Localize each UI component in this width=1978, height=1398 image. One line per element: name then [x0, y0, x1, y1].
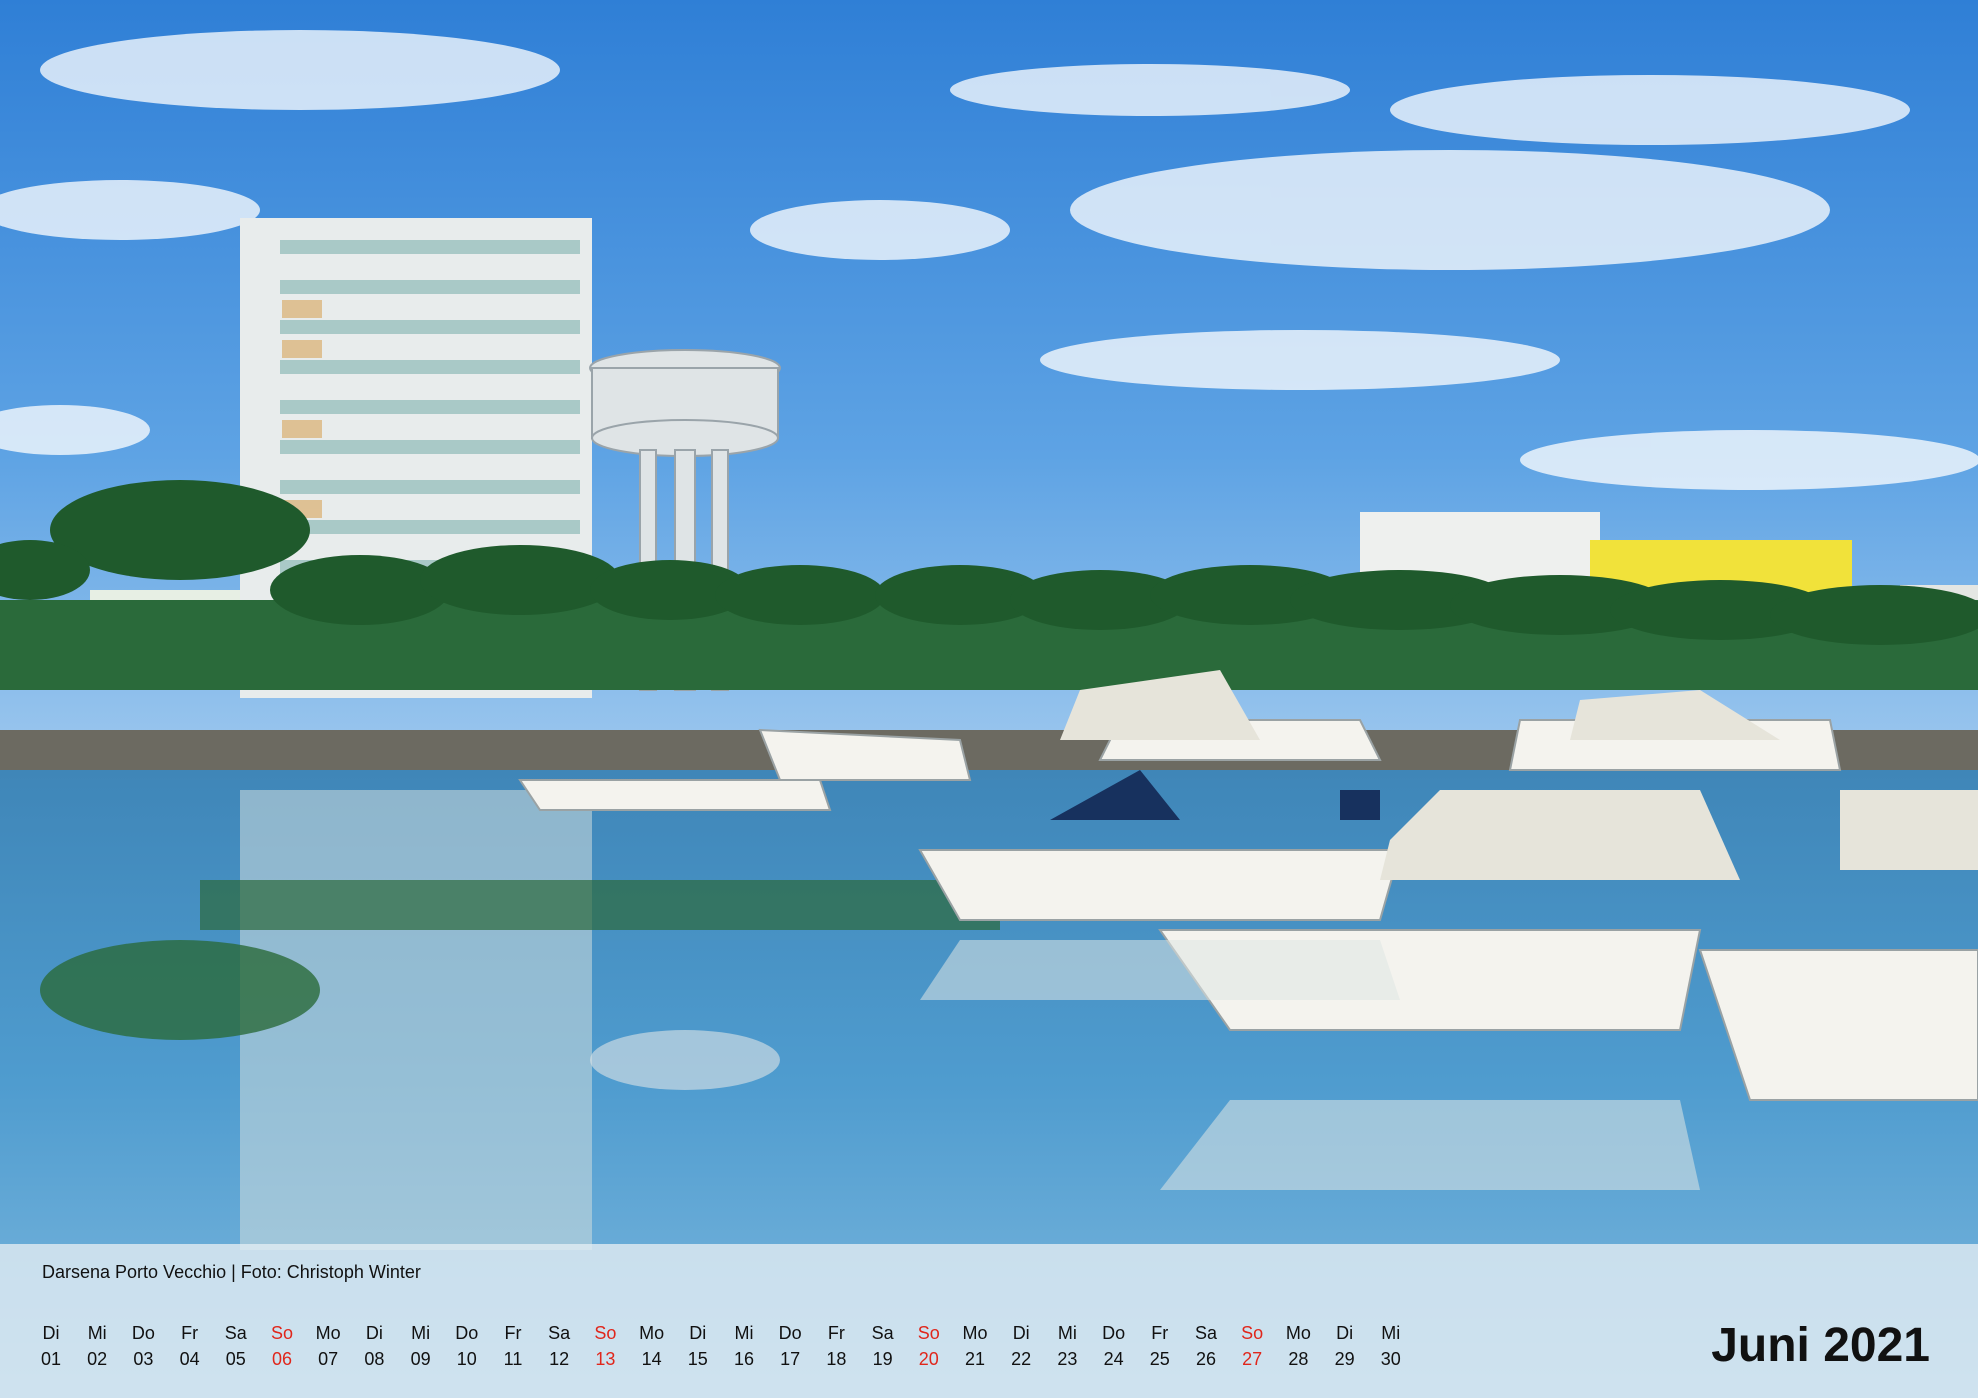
date-number: 03 — [133, 1349, 154, 1369]
date-number: 29 — [1334, 1349, 1355, 1369]
calendar-day: Di 15 — [675, 1320, 721, 1372]
date-number: 05 — [225, 1349, 246, 1369]
weekday-label: Fr — [504, 1323, 522, 1343]
weekday-label: Mi — [411, 1323, 431, 1343]
date-number: 25 — [1149, 1349, 1170, 1369]
date-number: 13 — [595, 1349, 616, 1369]
weekday-label: Mo — [962, 1323, 988, 1343]
calendar-day: Do 24 — [1091, 1320, 1137, 1372]
weekday-label: Di — [1012, 1323, 1030, 1343]
date-number: 30 — [1380, 1349, 1401, 1369]
calendar-day: Fr 11 — [490, 1320, 536, 1372]
weekday-label: Fr — [1151, 1323, 1169, 1343]
month-title: Juni 2021 — [1711, 1319, 1930, 1372]
calendar-day: Do 17 — [767, 1320, 813, 1372]
date-number: 24 — [1103, 1349, 1124, 1369]
date-number: 26 — [1195, 1349, 1217, 1369]
weekday-label: Di — [689, 1323, 707, 1343]
calendar-day: Mi 30 — [1368, 1320, 1414, 1372]
date-number: 20 — [918, 1349, 939, 1369]
calendar-day: Mo 14 — [629, 1320, 675, 1372]
date-number: 06 — [271, 1349, 293, 1369]
date-number: 10 — [456, 1349, 477, 1369]
date-number: 16 — [733, 1349, 755, 1369]
weekday-label: Do — [778, 1323, 802, 1343]
calendar-day: So 20 — [906, 1320, 952, 1372]
date-number: 02 — [87, 1349, 108, 1369]
calendar-day: Sa 12 — [536, 1320, 582, 1372]
weekday-label: Sa — [548, 1323, 571, 1343]
calendar-day: Sa 19 — [860, 1320, 906, 1372]
calendar-day: Mo 28 — [1275, 1320, 1321, 1372]
calendar-day: Di 08 — [351, 1320, 397, 1372]
weekday-label: Mi — [1381, 1323, 1401, 1343]
calendar-day: Mo 21 — [952, 1320, 998, 1372]
weekday-label: Di — [42, 1323, 60, 1343]
calendar-day: Di 01 — [28, 1320, 74, 1372]
calendar-day-strip: Di 01 Mi 02 Do 03 Fr 04 Sa 05 So 06 Mo 07 Di 08 Mi 09 Do 10… — [0, 1320, 1420, 1380]
date-number: 01 — [40, 1349, 62, 1369]
calendar-day: So 13 — [582, 1320, 628, 1372]
date-number: 11 — [503, 1349, 523, 1369]
weekday-label: Sa — [224, 1323, 247, 1343]
date-number: 23 — [1057, 1349, 1078, 1369]
calendar-day: Do 03 — [120, 1320, 166, 1372]
calendar-day: So 27 — [1229, 1320, 1275, 1372]
weekday-label: Do — [1102, 1323, 1126, 1343]
date-number: 27 — [1242, 1349, 1263, 1369]
weekday-label: Sa — [1194, 1323, 1218, 1343]
calendar-day: Mi 09 — [398, 1320, 444, 1372]
weekday-label: Mo — [639, 1323, 665, 1343]
weekday-label: So — [917, 1323, 940, 1343]
calendar-day: Mi 02 — [74, 1320, 120, 1372]
date-number: 08 — [364, 1349, 385, 1369]
weekday-label: Fr — [827, 1323, 845, 1343]
date-number: 28 — [1288, 1349, 1309, 1369]
calendar-day: Sa 05 — [213, 1320, 259, 1372]
weekday-label: Sa — [871, 1323, 894, 1343]
weekday-label: Mi — [87, 1323, 107, 1343]
calendar-day: So 06 — [259, 1320, 305, 1372]
calendar-day: Di 29 — [1322, 1320, 1368, 1372]
calendar-day: Fr 18 — [813, 1320, 859, 1372]
weekday-label: Do — [455, 1323, 479, 1343]
date-number: 07 — [318, 1349, 339, 1369]
calendar-day: Sa 26 — [1183, 1320, 1229, 1372]
date-number: 04 — [179, 1349, 200, 1369]
date-number: 15 — [687, 1349, 708, 1369]
weekday-label: So — [270, 1323, 294, 1343]
calendar-day: Fr 04 — [167, 1320, 213, 1372]
date-number: 09 — [410, 1349, 431, 1369]
date-number: 17 — [780, 1349, 801, 1369]
weekday-label: Di — [1336, 1323, 1354, 1343]
photo-caption: Darsena Porto Vecchio | Foto: Christoph … — [42, 1262, 421, 1282]
weekday-label: Mo — [315, 1323, 341, 1343]
harbor-photo — [0, 0, 1978, 1398]
weekday-label: So — [594, 1323, 617, 1343]
weekday-label: So — [1241, 1323, 1264, 1343]
date-number: 22 — [1011, 1349, 1032, 1369]
weekday-label: Do — [131, 1323, 155, 1343]
calendar-day: Fr 25 — [1137, 1320, 1183, 1372]
weekday-label: Mi — [1057, 1323, 1077, 1343]
calendar-day: Mo 07 — [305, 1320, 351, 1372]
date-number: 12 — [549, 1349, 570, 1369]
date-number: 21 — [964, 1349, 986, 1369]
calendar-day: Di 22 — [998, 1320, 1044, 1372]
calendar-day: Mi 16 — [721, 1320, 767, 1372]
weekday-label: Di — [365, 1323, 383, 1343]
weekday-label: Fr — [181, 1323, 199, 1343]
date-number: 18 — [826, 1349, 847, 1369]
weekday-label: Mo — [1285, 1323, 1311, 1343]
date-number: 14 — [641, 1349, 662, 1369]
calendar-day: Mi 23 — [1044, 1320, 1090, 1372]
calendar-day: Do 10 — [444, 1320, 490, 1372]
date-number: 19 — [872, 1349, 893, 1369]
weekday-label: Mi — [734, 1323, 754, 1343]
